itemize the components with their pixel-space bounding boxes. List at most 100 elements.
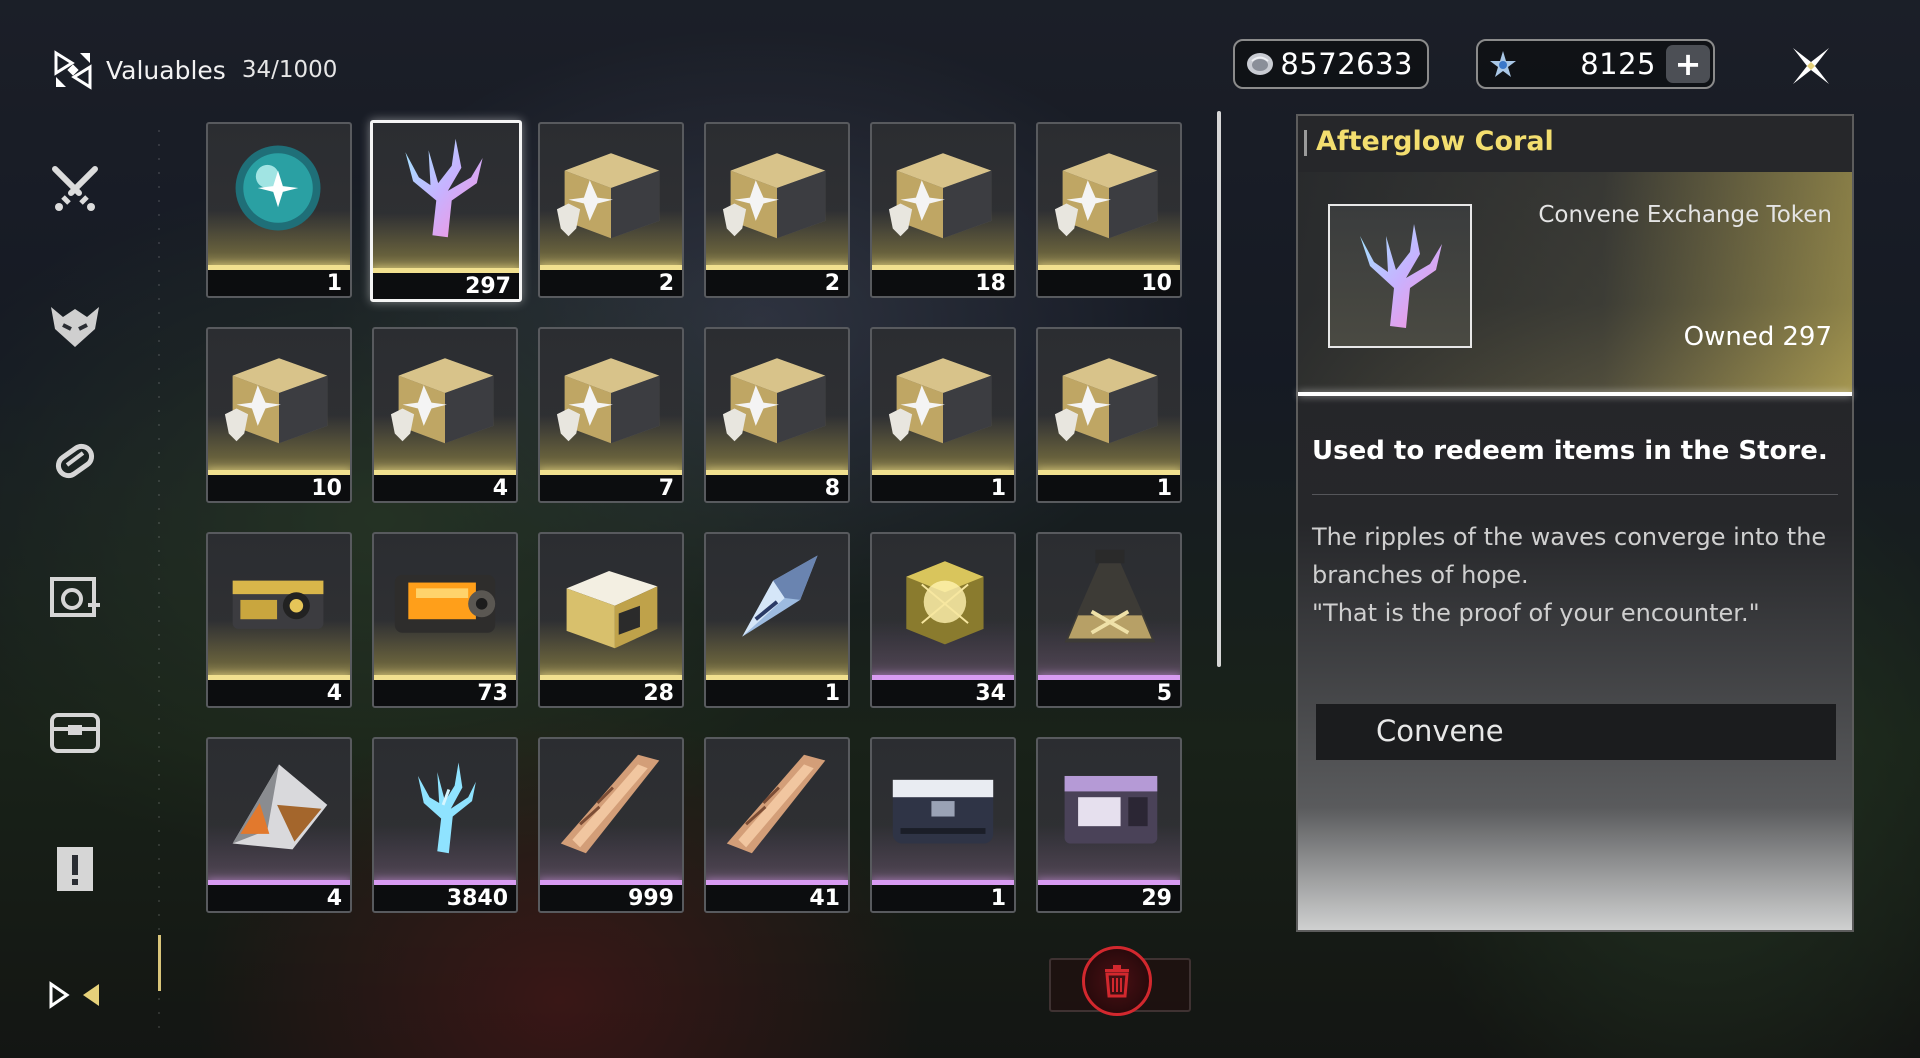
gold-device-icon bbox=[232, 580, 324, 629]
item-slot-gold-cube[interactable]: 34 bbox=[870, 532, 1016, 708]
supply-chest-icon bbox=[224, 358, 328, 444]
grid-scrollbar[interactable] bbox=[1217, 111, 1221, 667]
item-quantity: 10 bbox=[208, 475, 350, 501]
trash-icon bbox=[1105, 965, 1129, 998]
item-slot-afterglow-coral[interactable]: 297 bbox=[370, 120, 522, 302]
item-slot-purple-case[interactable]: 29 bbox=[1036, 737, 1182, 913]
item-quantity: 28 bbox=[540, 680, 682, 706]
echo-mask-icon bbox=[51, 307, 99, 347]
item-slot-gold-device[interactable]: 4 bbox=[206, 532, 352, 708]
inventory-capacity: 34/1000 bbox=[241, 57, 338, 83]
sidebar-item-resources[interactable] bbox=[40, 698, 110, 768]
item-quantity: 999 bbox=[540, 885, 682, 911]
item-slot-triangle-module[interactable]: 4 bbox=[206, 737, 352, 913]
item-slot-copper-blade[interactable]: 999 bbox=[538, 737, 684, 913]
copper-blade-icon bbox=[560, 754, 660, 854]
shell-credit-icon bbox=[1247, 53, 1273, 75]
item-quantity: 10 bbox=[1038, 270, 1180, 296]
item-slot-orb[interactable]: 1 bbox=[206, 122, 352, 298]
item-usage: Used to redeem items in the Store. bbox=[1312, 436, 1828, 466]
sidebar-divider bbox=[158, 130, 160, 1030]
item-detail-panel: Afterglow Coral Convene Exchange Token O… bbox=[1296, 114, 1854, 932]
item-quantity: 2 bbox=[706, 270, 848, 296]
supply-chest-icon bbox=[888, 358, 992, 444]
item-slot-supply-chest[interactable]: 10 bbox=[206, 327, 352, 503]
sidebar-item-weapons[interactable] bbox=[40, 154, 110, 224]
development-material-icon bbox=[50, 577, 100, 617]
flask-icon bbox=[1064, 549, 1156, 643]
item-slot-supply-chest[interactable]: 7 bbox=[538, 327, 684, 503]
item-slot-supply-chest[interactable]: 1 bbox=[1036, 327, 1182, 503]
item-quantity: 297 bbox=[373, 273, 519, 299]
convene-label: Convene bbox=[1376, 714, 1504, 748]
convene-button[interactable]: Convene bbox=[1316, 704, 1836, 760]
item-slot-supply-chest[interactable]: 2 bbox=[704, 122, 850, 298]
afterglow-coral-icon bbox=[405, 138, 483, 238]
item-slot-crystal-shard[interactable]: 1 bbox=[704, 532, 850, 708]
owned-count: Owned 297 bbox=[1684, 322, 1832, 352]
item-quantity: 34 bbox=[872, 680, 1014, 706]
sidebar-item-upgrade-materials[interactable] bbox=[40, 426, 110, 496]
item-quantity: 1 bbox=[1038, 475, 1180, 501]
item-type: Convene Exchange Token bbox=[1538, 202, 1832, 228]
add-astrite-button[interactable]: + bbox=[1666, 45, 1710, 83]
title-marker bbox=[1304, 130, 1307, 156]
item-quantity: 3840 bbox=[374, 885, 516, 911]
supply-chest-icon bbox=[1054, 358, 1158, 444]
item-slot-supply-chest[interactable]: 1 bbox=[870, 327, 1016, 503]
valuables-icon bbox=[49, 981, 99, 1009]
quest-item-icon bbox=[57, 847, 93, 891]
item-slot-open-gold-box[interactable]: 28 bbox=[538, 532, 684, 708]
upgrade-material-icon bbox=[55, 443, 95, 479]
item-grid: 1 297 2 2 18 10 10 4 7 8 1 1 4 73 28 1 34 5 4 3840 999 41 1 29 bbox=[206, 120, 1190, 922]
afterglow-coral-icon bbox=[1360, 224, 1442, 328]
item-preview bbox=[1328, 204, 1472, 348]
item-quantity: 4 bbox=[374, 475, 516, 501]
item-slot-supply-chest[interactable]: 10 bbox=[1036, 122, 1182, 298]
item-slot-copper-blade[interactable]: 41 bbox=[704, 737, 850, 913]
sidebar-item-valuables[interactable] bbox=[40, 960, 110, 1030]
selected-category-indicator bbox=[158, 935, 161, 991]
supply-chest-icon bbox=[1054, 153, 1158, 239]
inventory-header: Valuables 34/1000 bbox=[52, 46, 337, 94]
item-slot-flask[interactable]: 5 bbox=[1036, 532, 1182, 708]
close-icon[interactable] bbox=[1783, 38, 1839, 94]
sidebar-item-quest-items[interactable] bbox=[40, 834, 110, 904]
item-slot-supply-chest[interactable]: 8 bbox=[704, 327, 850, 503]
owned-label: Owned bbox=[1683, 322, 1775, 352]
page-title: Valuables bbox=[106, 55, 226, 85]
item-name: Afterglow Coral bbox=[1316, 126, 1554, 157]
open-gold-box-icon bbox=[566, 570, 658, 649]
detail-title-bar: Afterglow Coral bbox=[1298, 116, 1852, 172]
astrite-star-icon bbox=[1490, 51, 1516, 77]
item-quantity: 41 bbox=[706, 885, 848, 911]
sidebar-item-development-materials[interactable] bbox=[40, 562, 110, 632]
item-slot-supply-chest[interactable]: 18 bbox=[870, 122, 1016, 298]
item-quantity: 18 bbox=[872, 270, 1014, 296]
item-quantity: 2 bbox=[540, 270, 682, 296]
shell-credit-value: 8572633 bbox=[1280, 47, 1413, 81]
item-slot-dark-case[interactable]: 1 bbox=[870, 737, 1016, 913]
item-slot-oscillated-coral[interactable]: 3840 bbox=[372, 737, 518, 913]
item-quantity: 29 bbox=[1038, 885, 1180, 911]
shell-credit-display: 8572633 bbox=[1233, 39, 1429, 89]
supply-chest-icon bbox=[722, 153, 826, 239]
item-quantity: 73 bbox=[374, 680, 516, 706]
gold-cube-icon bbox=[906, 561, 984, 645]
supply-chest-icon bbox=[722, 358, 826, 444]
sidebar-item-echoes[interactable] bbox=[40, 290, 110, 360]
item-slot-supply-chest[interactable]: 2 bbox=[538, 122, 684, 298]
delete-circle bbox=[1082, 946, 1152, 1016]
crystal-shard-icon bbox=[742, 555, 818, 637]
item-slot-supply-chest[interactable]: 4 bbox=[372, 327, 518, 503]
owned-value: 297 bbox=[1782, 322, 1832, 352]
item-slot-orange-crate[interactable]: 73 bbox=[372, 532, 518, 708]
delete-button[interactable] bbox=[1049, 946, 1191, 1016]
dark-case-icon bbox=[892, 779, 994, 844]
oscillated-coral-icon bbox=[417, 762, 476, 854]
supply-chest-icon bbox=[556, 153, 660, 239]
supply-chest-icon bbox=[390, 358, 494, 444]
item-quantity: 5 bbox=[1038, 680, 1180, 706]
weapon-swords-icon bbox=[52, 166, 98, 211]
detail-divider bbox=[1312, 494, 1838, 495]
